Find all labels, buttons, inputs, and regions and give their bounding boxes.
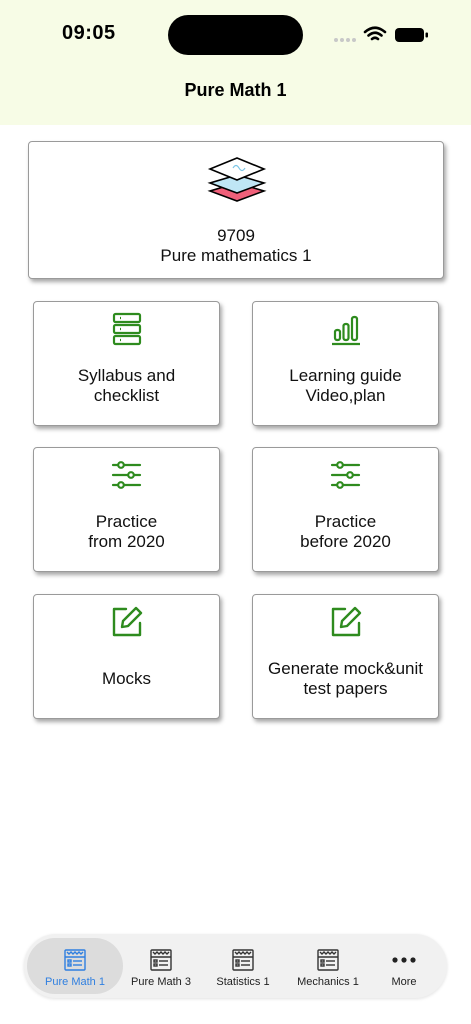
- header: 09:05 Pure Math 1: [0, 0, 471, 125]
- status-time: 09:05: [62, 22, 116, 44]
- tab-label: Pure Math 1: [45, 976, 105, 988]
- edit-icon: [110, 605, 144, 644]
- tile-label: Mocks: [101, 669, 152, 688]
- tab-statistics-1[interactable]: Statistics 1: [206, 938, 280, 994]
- bar-chart-icon: [329, 312, 363, 351]
- tile-label-line2: from 2020: [88, 532, 165, 551]
- status-icons: [332, 24, 432, 46]
- notebook-icon: [316, 948, 340, 977]
- learning-guide-button[interactable]: Learning guide Video,plan: [252, 301, 439, 426]
- tile-label-line1: Syllabus and: [77, 366, 176, 385]
- practice-before-2020-button[interactable]: Practice before 2020: [252, 447, 439, 572]
- tab-label: Mechanics 1: [297, 976, 359, 988]
- tile-label-line1: Practice: [95, 512, 158, 531]
- tab-bar: Pure Math 1 Pure Math 3 Statistics 1 Mec…: [24, 934, 447, 998]
- tile-label-line1: Learning guide: [289, 366, 402, 385]
- edit-icon: [329, 605, 363, 644]
- tab-more[interactable]: More: [373, 938, 435, 994]
- notebook-icon: [63, 948, 87, 977]
- course-card[interactable]: 9709 Pure mathematics 1: [28, 141, 444, 279]
- server-list-icon: [110, 312, 144, 351]
- tab-label: Statistics 1: [216, 976, 270, 988]
- syllabus-checklist-button[interactable]: Syllabus and checklist: [33, 301, 220, 426]
- practice-from-2020-button[interactable]: Practice from 2020: [33, 447, 220, 572]
- mocks-button[interactable]: Mocks: [33, 594, 220, 719]
- page-title: Pure Math 1: [184, 80, 287, 100]
- tab-pure-math-3[interactable]: Pure Math 3: [123, 938, 199, 994]
- tile-label-line2: before 2020: [300, 532, 391, 551]
- notebook-icon: [231, 948, 255, 977]
- wifi-icon: [363, 26, 387, 41]
- notebook-icon: [149, 948, 173, 977]
- generate-mock-papers-button[interactable]: Generate mock&unit test papers: [252, 594, 439, 719]
- tile-label-line1: Generate mock&unit: [268, 659, 423, 678]
- layers-icon: [207, 155, 267, 210]
- tile-label-line2: Video,plan: [305, 386, 386, 405]
- tab-label: More: [391, 976, 417, 988]
- battery-icon: [395, 28, 428, 42]
- tile-label-line2: checklist: [93, 386, 160, 405]
- sliders-icon: [110, 458, 144, 497]
- dynamic-island: [168, 15, 303, 55]
- tab-label: Pure Math 3: [131, 976, 191, 988]
- tile-label-line2: test papers: [303, 679, 388, 698]
- tab-mechanics-1[interactable]: Mechanics 1: [288, 938, 368, 994]
- course-name: Pure mathematics 1: [160, 246, 312, 265]
- sliders-icon: [329, 458, 363, 497]
- course-code: 9709: [217, 226, 255, 245]
- more-dots-icon: [391, 948, 417, 977]
- signal-icon: [334, 38, 356, 42]
- tab-pure-math-1[interactable]: Pure Math 1: [27, 938, 123, 994]
- tile-label-line1: Practice: [314, 512, 377, 531]
